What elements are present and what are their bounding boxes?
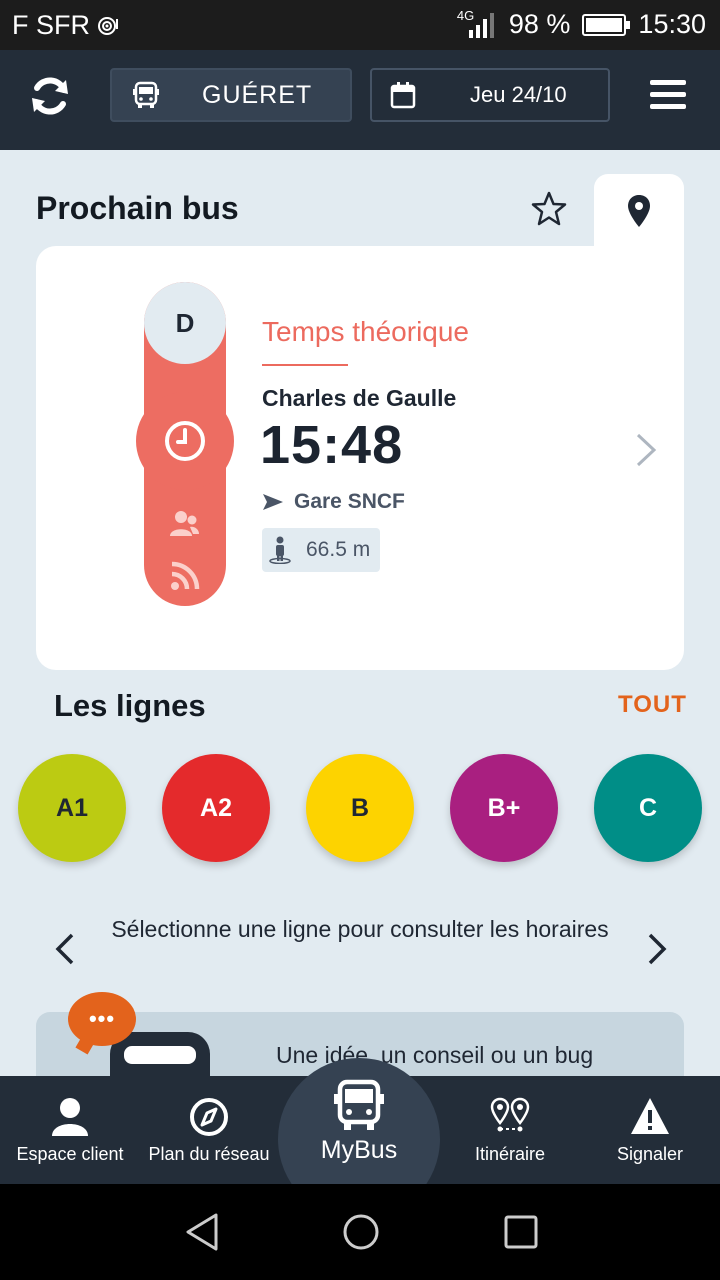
menu-icon[interactable] xyxy=(650,80,686,110)
line-label: A1 xyxy=(56,793,88,822)
battery-icon xyxy=(582,13,631,36)
stop-name: Charles de Gaulle xyxy=(262,385,457,411)
chevron-right-icon[interactable] xyxy=(646,932,668,966)
line-label: C xyxy=(638,793,658,822)
bus-icon xyxy=(133,81,159,108)
nav-label: Plan du réseau xyxy=(148,1144,270,1164)
back-icon[interactable] xyxy=(182,1212,222,1252)
line-badge: D xyxy=(144,282,226,364)
carrier: F SFR xyxy=(12,10,120,41)
location-pin-icon xyxy=(628,195,650,227)
home-icon[interactable] xyxy=(341,1212,381,1252)
distance-value: 66.5 m xyxy=(306,538,371,561)
nav-espace-client[interactable]: Espace client xyxy=(0,1076,140,1184)
departure-time: 15:48 xyxy=(260,415,404,475)
status-right: 4G 98 % 15:30 xyxy=(457,8,706,40)
nav-plan-reseau[interactable]: Plan du réseau xyxy=(139,1076,279,1184)
hotspot-icon xyxy=(98,16,118,35)
bus-icon xyxy=(334,1079,384,1130)
calendar-icon xyxy=(390,82,416,109)
users-icon xyxy=(170,511,199,536)
direction-arrow-icon xyxy=(263,494,283,510)
signal-icon: 4G xyxy=(457,8,497,40)
city-label: GUÉRET xyxy=(202,80,313,109)
line-label: B xyxy=(350,793,370,822)
next-bus-title: Prochain bus xyxy=(36,190,239,226)
rss-icon xyxy=(171,561,200,590)
chat-bubble-dots: ••• xyxy=(88,1006,116,1031)
nav-label: Espace client xyxy=(16,1144,124,1164)
nav-label: Signaler xyxy=(616,1144,684,1164)
direction-label: Gare SNCF xyxy=(294,490,405,513)
date-label: Jeu 24/10 xyxy=(470,82,567,107)
system-navigation-bar xyxy=(0,1184,720,1280)
chevron-right-icon[interactable] xyxy=(634,432,658,468)
star-icon[interactable] xyxy=(530,190,568,228)
clock: 15:30 xyxy=(638,9,706,39)
select-line-hint: Sélectionne une ligne pour consulter les… xyxy=(111,916,609,942)
refresh-icon[interactable] xyxy=(28,74,72,118)
city-selector-button[interactable]: GUÉRET xyxy=(110,68,352,122)
date-selector-button[interactable]: Jeu 24/10 xyxy=(370,68,610,122)
time-type-label: Temps théorique xyxy=(262,316,470,347)
clock-icon xyxy=(165,421,205,461)
line-button-c[interactable]: C xyxy=(594,754,702,862)
lines-title: Les lignes xyxy=(54,688,206,723)
nav-label: MyBus xyxy=(320,1136,398,1164)
nav-label: Itinéraire xyxy=(474,1144,546,1164)
next-bus-card[interactable]: D Temps théorique Charles de Gaulle 15:4… xyxy=(36,246,684,670)
chat-bubble-icon: ••• xyxy=(68,992,136,1046)
all-lines-link[interactable]: TOUT xyxy=(618,691,687,719)
status-bar: F SFR 4G 98 % 15:30 xyxy=(0,0,720,50)
clock-badge xyxy=(136,392,234,490)
divider xyxy=(262,364,348,366)
chevron-left-icon[interactable] xyxy=(54,932,76,966)
bus-status-pill: D xyxy=(136,282,234,606)
nav-itineraire[interactable]: Itinéraire xyxy=(440,1076,580,1184)
walking-person-icon xyxy=(269,536,291,564)
line-button-b[interactable]: B xyxy=(306,754,414,862)
line-label: A2 xyxy=(200,793,232,822)
direction: Gare SNCF xyxy=(262,490,405,514)
nav-signaler[interactable]: Signaler xyxy=(580,1076,720,1184)
bottom-navigation: Espace client Plan du réseau MyBus Itiné… xyxy=(0,1058,720,1220)
recent-apps-icon[interactable] xyxy=(501,1212,541,1252)
line-label: B+ xyxy=(487,793,521,822)
distance-badge: 66.5 m xyxy=(262,528,380,572)
route-pins-icon xyxy=(490,1097,530,1132)
line-button-a1[interactable]: A1 xyxy=(18,754,126,862)
line-button-b-plus[interactable]: B+ xyxy=(450,754,558,862)
carrier-name: F SFR xyxy=(12,10,90,40)
app-header: GUÉRET Jeu 24/10 xyxy=(0,50,720,150)
warning-icon xyxy=(631,1098,669,1134)
user-icon xyxy=(52,1098,88,1136)
line-button-a2[interactable]: A2 xyxy=(162,754,270,862)
battery-fill xyxy=(586,17,622,32)
compass-icon xyxy=(190,1098,228,1136)
battery-percent: 98 % xyxy=(508,9,571,39)
